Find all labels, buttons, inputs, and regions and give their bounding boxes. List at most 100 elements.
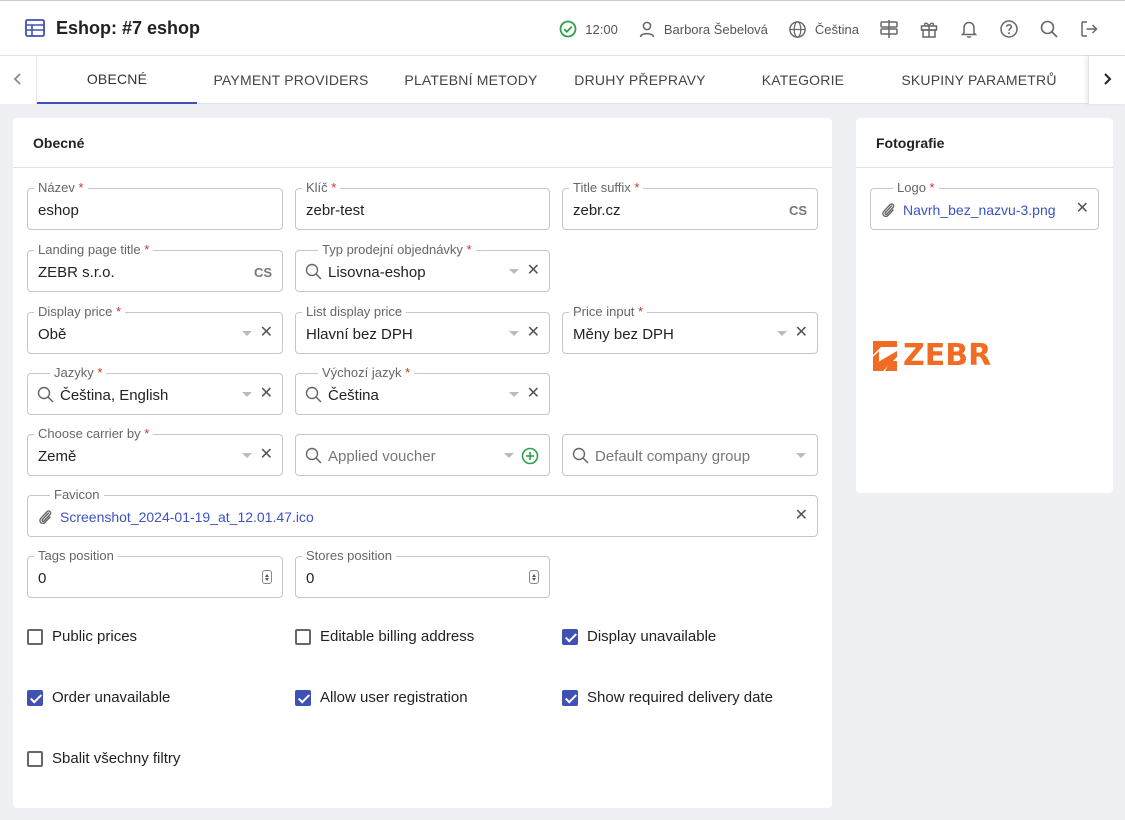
favicon-label: Favicon	[50, 487, 104, 503]
user-menu[interactable]: Barbora Šebelová	[638, 20, 768, 38]
chevron-down-icon[interactable]	[777, 331, 787, 336]
bell-icon[interactable]	[959, 19, 979, 39]
language-label: Čeština	[814, 21, 859, 37]
logo-field[interactable]: Logo * Navrh_bez_nazvu-3.png ✕	[870, 180, 1099, 230]
chevron-down-icon[interactable]	[504, 453, 514, 458]
zebr-logo: ZEBR	[871, 338, 991, 373]
close-icon[interactable]: ✕	[260, 447, 273, 463]
signpost-icon[interactable]	[879, 19, 899, 39]
chevron-down-icon[interactable]	[242, 392, 252, 397]
order-type-value: Lisovna-eshop	[328, 264, 426, 281]
checkbox-public-prices[interactable]: Public prices	[27, 628, 137, 645]
checkbox-required-delivery-date[interactable]: Show required delivery date	[562, 689, 773, 706]
close-icon[interactable]: ✕	[527, 386, 540, 402]
chevron-down-icon[interactable]	[796, 453, 806, 458]
tab-scroll-right[interactable]	[1088, 56, 1125, 104]
checkbox-icon[interactable]	[27, 628, 43, 645]
checkbox-icon[interactable]	[295, 628, 311, 645]
chevron-down-icon[interactable]	[242, 331, 252, 336]
search-icon[interactable]	[1039, 19, 1059, 39]
checkbox-label: Allow user registration	[320, 689, 468, 706]
chevron-down-icon[interactable]	[242, 453, 252, 458]
price-input-select[interactable]: Price input * Měny bez DPH ✕	[562, 304, 818, 354]
checkbox-order-unavailable[interactable]: Order unavailable	[27, 689, 170, 706]
display-price-select[interactable]: Display price * Obě ✕	[27, 304, 283, 354]
landing-title-field[interactable]: Landing page title * ZEBR s.r.o. CS	[27, 242, 283, 292]
close-icon[interactable]: ✕	[1076, 201, 1089, 217]
key-value: zebr-test	[306, 202, 365, 219]
voucher-placeholder: Applied voucher	[328, 448, 436, 465]
gift-icon[interactable]	[919, 19, 939, 39]
language-switch[interactable]: Čeština	[788, 20, 859, 39]
checkbox-checked-icon[interactable]	[295, 689, 311, 706]
logout-icon[interactable]	[1079, 19, 1099, 39]
chevron-left-icon	[12, 72, 24, 89]
checkbox-label: Display unavailable	[587, 628, 717, 645]
tab-druhy-prepravy[interactable]: DRUHY PŘEPRAVY	[557, 56, 723, 104]
price-input-value: Měny bez DPH	[573, 326, 674, 343]
chevron-down-icon[interactable]	[509, 392, 519, 397]
list-display-price-value: Hlavní bez DPH	[306, 326, 413, 343]
tab-platebni-metody[interactable]: PLATEBNÍ METODY	[385, 56, 557, 104]
user-icon	[638, 20, 656, 38]
checkbox-label: Order unavailable	[52, 689, 171, 706]
voucher-select[interactable]: Applied voucher	[295, 434, 550, 476]
price-input-label: Price input	[573, 304, 635, 319]
tags-position-label: Tags position	[34, 548, 118, 564]
title-suffix-field[interactable]: Title suffix * zebr.cz CS	[562, 180, 818, 230]
languages-select[interactable]: Jazyky * Čeština, English ✕	[27, 365, 283, 415]
chevron-down-icon[interactable]	[509, 269, 519, 274]
tab-skupiny-parametru[interactable]: SKUPINY PARAMETRŮ	[883, 56, 1075, 104]
number-stepper-icon[interactable]	[262, 570, 272, 584]
order-type-select[interactable]: Typ prodejní objednávky * Lisovna-eshop …	[295, 242, 550, 292]
default-language-select[interactable]: Výchozí jazyk * Čeština ✕	[295, 365, 550, 415]
close-icon[interactable]: ✕	[260, 386, 273, 402]
close-icon[interactable]: ✕	[527, 263, 540, 279]
stores-position-input[interactable]: Stores position 0	[295, 548, 550, 598]
tab-scroll-left[interactable]	[0, 56, 37, 104]
logo-file-link[interactable]: Navrh_bez_nazvu-3.png	[903, 202, 1056, 218]
languages-value: Čeština, English	[60, 387, 169, 404]
tab-obecne[interactable]: OBECNÉ	[37, 56, 197, 104]
checkbox-editable-billing[interactable]: Editable billing address	[295, 628, 474, 645]
close-icon[interactable]: ✕	[795, 508, 808, 524]
checkbox-checked-icon[interactable]	[562, 628, 578, 645]
help-icon[interactable]	[999, 19, 1019, 39]
paperclip-icon	[37, 508, 53, 529]
table-icon	[24, 17, 46, 39]
list-display-price-label: List display price	[302, 304, 407, 320]
tags-position-input[interactable]: Tags position 0	[27, 548, 283, 598]
favicon-field[interactable]: Favicon Screenshot_2024-01-19_at_12.01.4…	[27, 487, 818, 537]
language-badge[interactable]: CS	[789, 203, 807, 218]
carrier-by-select[interactable]: Choose carrier by * Země ✕	[27, 426, 283, 476]
close-icon[interactable]: ✕	[795, 325, 808, 341]
order-type-label: Typ prodejní objednávky	[322, 242, 463, 257]
name-field[interactable]: Název * eshop	[27, 180, 283, 230]
favicon-file-link[interactable]: Screenshot_2024-01-19_at_12.01.47.ico	[60, 509, 314, 525]
number-stepper-icon[interactable]	[529, 570, 539, 584]
tags-position-value: 0	[38, 570, 47, 587]
check-circle-icon	[559, 20, 577, 38]
search-icon	[305, 263, 322, 283]
close-icon[interactable]: ✕	[527, 325, 540, 341]
tab-payment-providers[interactable]: PAYMENT PROVIDERS	[197, 56, 385, 104]
checkbox-checked-icon[interactable]	[562, 689, 578, 706]
logo-label: Logo	[897, 180, 926, 195]
checkbox-icon[interactable]	[27, 750, 43, 767]
carrier-by-value: Země	[38, 448, 77, 465]
company-group-select[interactable]: Default company group	[562, 434, 818, 476]
languages-label: Jazyky	[54, 365, 94, 380]
search-icon	[305, 386, 322, 406]
checkbox-collapse-filters[interactable]: Sbalit všechny filtry	[27, 750, 180, 767]
language-badge[interactable]: CS	[254, 265, 272, 280]
checkbox-checked-icon[interactable]	[27, 689, 43, 706]
add-circle-icon[interactable]	[521, 447, 539, 468]
tab-kategorie[interactable]: KATEGORIE	[723, 56, 883, 104]
key-field[interactable]: Klíč * zebr-test	[295, 180, 550, 230]
list-display-price-select[interactable]: List display price Hlavní bez DPH ✕	[295, 304, 550, 354]
checkbox-allow-registration[interactable]: Allow user registration	[295, 689, 468, 706]
time-label: 12:00	[585, 21, 618, 37]
close-icon[interactable]: ✕	[260, 325, 273, 341]
checkbox-display-unavailable[interactable]: Display unavailable	[562, 628, 716, 645]
chevron-down-icon[interactable]	[509, 331, 519, 336]
